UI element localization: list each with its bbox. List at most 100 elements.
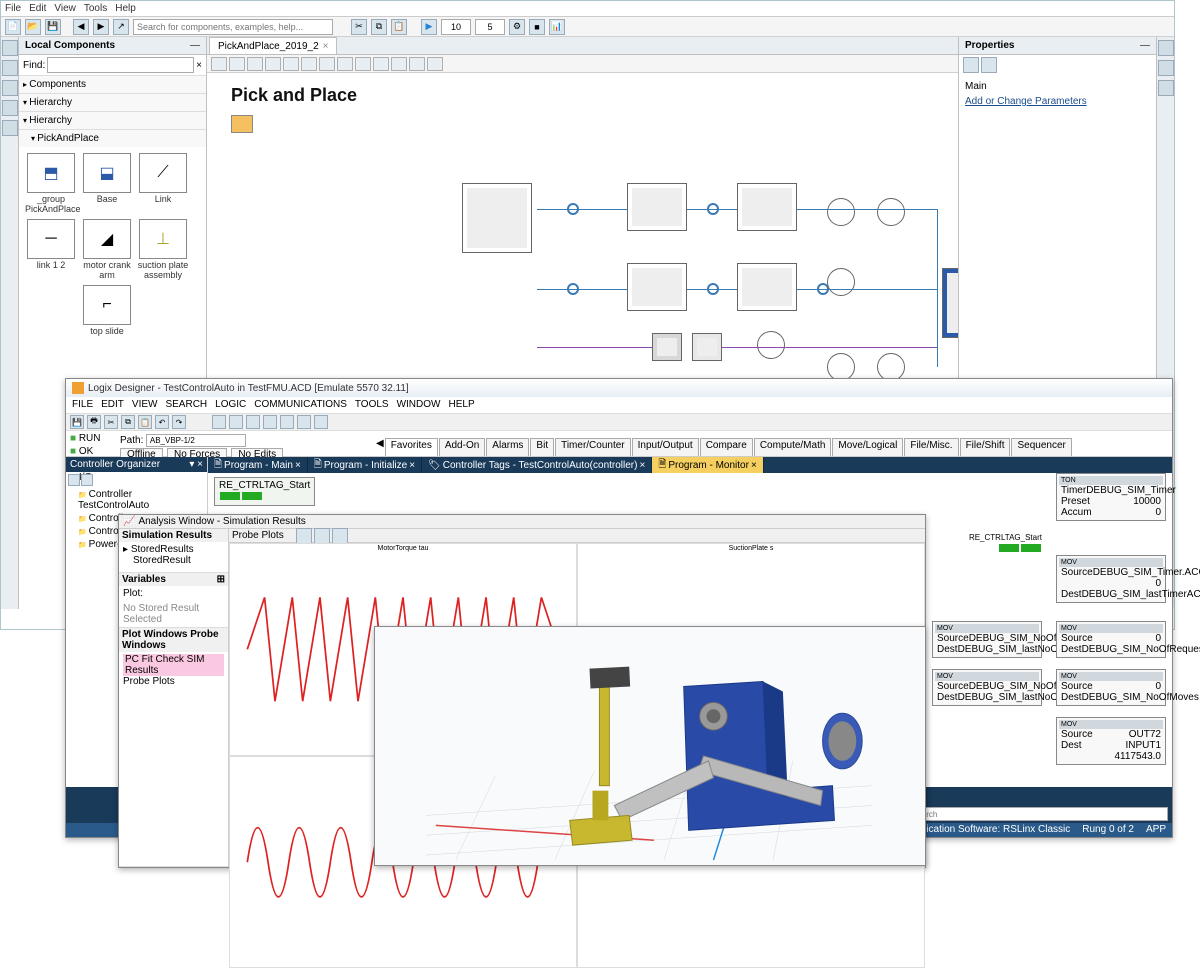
menu-edit[interactable]: Edit (29, 3, 46, 14)
settings-icon[interactable]: ⚙ (509, 19, 525, 35)
sensor-2[interactable] (877, 198, 905, 226)
lw-menu-view[interactable]: VIEW (132, 399, 158, 411)
block-link1[interactable] (627, 183, 687, 231)
lw-inst4-icon[interactable] (297, 415, 311, 429)
lw-inst1-icon[interactable] (246, 415, 260, 429)
lw-inst2-icon[interactable] (263, 415, 277, 429)
lw-menu-search[interactable]: SEARCH (165, 399, 207, 411)
props-min-icon[interactable]: — (1140, 40, 1150, 51)
mov-block-6[interactable]: MOV SourceOUT72 DestINPUT1 4117543.0 (1056, 717, 1166, 765)
mov-block-5[interactable]: MOV Source0 DestDEBUG_SIM_NoOfMoves (1056, 669, 1166, 706)
components-section[interactable]: Components (19, 75, 206, 93)
lw-undo-icon[interactable]: ↶ (155, 415, 169, 429)
lw-menu-logic[interactable]: LOGIC (215, 399, 246, 411)
add-change-params-link[interactable]: Add or Change Parameters (965, 96, 1150, 107)
sim-titlebar[interactable]: 📈 Analysis Window - Simulation Results (119, 515, 925, 529)
text-icon[interactable] (283, 57, 299, 71)
inst-tab-shift[interactable]: File/Shift (960, 438, 1011, 456)
block-hammer[interactable] (737, 263, 797, 311)
probe-icon[interactable] (373, 57, 389, 71)
block-mux[interactable] (652, 333, 682, 361)
open-icon[interactable]: 📂 (25, 19, 41, 35)
lw-verify-icon[interactable] (314, 415, 328, 429)
paste-icon[interactable]: 📋 (391, 19, 407, 35)
draw-icon[interactable] (265, 57, 281, 71)
inst-tab-compute[interactable]: Compute/Math (754, 438, 832, 456)
lw-rung-icon[interactable] (212, 415, 226, 429)
tab-program-monitor[interactable]: 🗎Program - Monitor× (652, 457, 763, 473)
mov-block-4[interactable]: MOV SourceDEBUG_SIM_NoOfMoves DestDEBUG_… (932, 669, 1042, 706)
comp-link12[interactable]: ─link 1 2 (25, 219, 77, 281)
plot-tb3[interactable] (332, 528, 348, 544)
lw-cut-icon[interactable]: ✂ (104, 415, 118, 429)
rung-start-tag[interactable]: RE_CTRLTAG_Start (214, 477, 315, 506)
mov-block-3[interactable]: MOV Source0 DestDEBUG_SIM_NoOfRequests (1056, 621, 1166, 658)
ton-block[interactable]: TON TimerDEBUG_SIM_Timer Preset10000 Acc… (1056, 473, 1166, 521)
docs-rail-icon[interactable] (1158, 40, 1174, 56)
tab-controller-tags[interactable]: 🏷Controller Tags - TestControlAuto(contr… (422, 457, 652, 473)
mov-block-1[interactable]: MOV SourceDEBUG_SIM_Timer.ACC 0 DestDEBU… (1056, 555, 1166, 603)
block-gain[interactable] (692, 333, 722, 361)
lw-menu-comm[interactable]: COMMUNICATIONS (254, 399, 347, 411)
align-icon[interactable] (301, 57, 317, 71)
config-rail-icon[interactable] (2, 120, 18, 136)
3d-viewport[interactable] (375, 627, 925, 865)
lw-menu-help[interactable]: HELP (448, 399, 474, 411)
cut-icon[interactable]: ✂ (351, 19, 367, 35)
menu-file[interactable]: File (5, 3, 21, 14)
group-icon[interactable] (319, 57, 335, 71)
menu-help[interactable]: Help (115, 3, 136, 14)
redo-icon[interactable] (229, 57, 245, 71)
sensor-5[interactable] (827, 353, 855, 381)
comp-top-slide[interactable]: ⌐top slide (81, 285, 133, 337)
find-clear-icon[interactable]: × (196, 60, 202, 71)
diagram-config-icon[interactable] (231, 115, 253, 133)
save-icon[interactable]: 💾 (45, 19, 61, 35)
root-node[interactable]: PickAndPlace (19, 129, 206, 147)
back-icon[interactable]: ◀ (73, 19, 89, 35)
inst-tab-compare[interactable]: Compare (700, 438, 753, 456)
inst-tab-io[interactable]: Input/Output (632, 438, 699, 456)
block-link2[interactable] (737, 183, 797, 231)
inst-tab-alarms[interactable]: Alarms (486, 438, 529, 456)
inst-tab-seq[interactable]: Sequencer (1011, 438, 1071, 456)
hierarchy-section-2[interactable]: Hierarchy (19, 111, 206, 129)
hop-icon[interactable]: ↗ (113, 19, 129, 35)
comp-base[interactable]: ⬓Base (81, 153, 133, 215)
zoom-in-icon[interactable] (391, 57, 407, 71)
close-doc-icon[interactable]: × (323, 41, 329, 52)
path-value[interactable]: AB_VBP-1/2 (146, 434, 246, 447)
new-icon[interactable]: 📄 (5, 19, 21, 35)
logix-search-input[interactable] (908, 807, 1168, 821)
fwd-icon[interactable]: ▶ (93, 19, 109, 35)
pw-item-2[interactable]: Probe Plots (123, 676, 224, 687)
rotate-icon[interactable] (355, 57, 371, 71)
lw-branch-icon[interactable] (229, 415, 243, 429)
search-input[interactable] (133, 19, 333, 35)
comp-link[interactable]: ⟋Link (137, 153, 189, 215)
play-icon[interactable]: ▶ (421, 19, 437, 35)
comp-motor-crank[interactable]: ◢motor crank arm (81, 219, 133, 281)
find-input[interactable] (47, 57, 194, 73)
block-arm[interactable] (462, 183, 532, 253)
chart-icon[interactable]: 📊 (549, 19, 565, 35)
lw-copy-icon[interactable]: ⧉ (121, 415, 135, 429)
tree-tb2[interactable] (81, 474, 93, 486)
inst-tab-move[interactable]: Move/Logical (832, 438, 903, 456)
wrench-rail-icon[interactable] (1158, 60, 1174, 76)
lw-redo-icon[interactable]: ↷ (172, 415, 186, 429)
inst-tab-timer[interactable]: Timer/Counter (555, 438, 631, 456)
lw-print-icon[interactable]: 🖶 (87, 415, 101, 429)
pw-item-1[interactable]: PC Fit Check SIM Results (123, 654, 224, 676)
sim-step-input[interactable] (475, 19, 505, 35)
comp-suction-plate[interactable]: ⊥suction plate assembly (137, 219, 189, 281)
tree-dropdown-icon[interactable]: ▾ × (189, 459, 203, 470)
mov-block-2[interactable]: MOV SourceDEBUG_SIM_NoOfRequests DestDEB… (932, 621, 1042, 658)
sensor-6[interactable] (877, 353, 905, 381)
select-icon[interactable] (247, 57, 263, 71)
sim-tree-stored[interactable]: ▸ StoredResults (123, 544, 224, 555)
sensor-1[interactable] (827, 198, 855, 226)
lw-paste-icon[interactable]: 📋 (138, 415, 152, 429)
inst-tab-favorites[interactable]: Favorites (385, 438, 438, 456)
hierarchy-section-1[interactable]: Hierarchy (19, 93, 206, 111)
